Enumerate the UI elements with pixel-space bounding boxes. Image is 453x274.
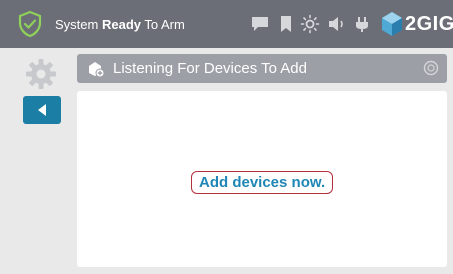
brand-logo: 2GIG	[381, 9, 453, 39]
page-title: Listening For Devices To Add	[113, 60, 307, 77]
status-prefix: System	[55, 17, 102, 32]
power-plug-icon[interactable]	[355, 14, 369, 34]
brand-name: 2GIG	[405, 12, 453, 35]
message-icon[interactable]	[250, 14, 270, 34]
system-status-text: System Ready To Arm	[55, 17, 185, 32]
add-device-icon	[89, 62, 104, 78]
device-list-panel: Add devices now.	[77, 91, 447, 267]
status-bar: System Ready To Arm 2GIG	[0, 0, 453, 48]
brand-logo-icon	[382, 12, 402, 36]
back-button[interactable]	[23, 96, 61, 124]
shield-check-icon[interactable]	[16, 10, 44, 38]
page-header: Listening For Devices To Add	[77, 54, 447, 83]
add-devices-button[interactable]: Add devices now.	[191, 171, 334, 194]
status-suffix: To Arm	[141, 17, 185, 32]
brightness-icon[interactable]	[300, 14, 320, 34]
volume-icon[interactable]	[327, 14, 347, 34]
radio-icon[interactable]	[423, 60, 439, 76]
gear-icon[interactable]	[24, 57, 58, 91]
back-arrow-icon	[38, 104, 46, 116]
status-bold: Ready	[101, 17, 141, 32]
bookmark-icon[interactable]	[279, 14, 293, 34]
